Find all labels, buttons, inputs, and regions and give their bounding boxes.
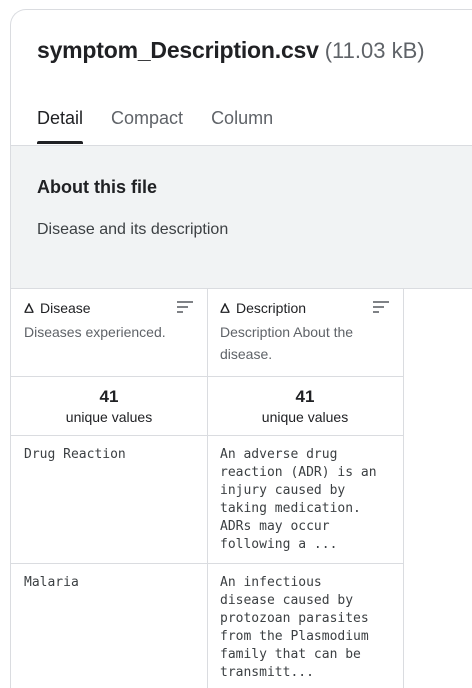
column-header: Description Description About the diseas… — [207, 289, 403, 377]
text-type-icon — [220, 303, 230, 313]
file-card: symptom_Description.csv (11.03 kB) Detail… — [10, 9, 472, 688]
column-title: Disease — [40, 300, 91, 316]
unique-values-stat: 41 unique values — [11, 377, 207, 436]
about-section: About this file Disease and its descript… — [11, 145, 472, 289]
column-header: Disease Diseases experienced. — [11, 289, 207, 377]
column-title: Description — [236, 300, 307, 316]
view-tabs: Detail Compact Column — [37, 108, 301, 144]
table-cell: An adverse drug reaction (ADR) is an inj… — [207, 436, 403, 564]
unique-label: unique values — [261, 409, 349, 425]
text-type-icon — [24, 303, 34, 313]
column-description: Diseases experienced. — [24, 324, 166, 340]
table-cell: Drug Reaction — [11, 436, 207, 564]
tab-detail[interactable]: Detail — [37, 108, 84, 144]
unique-count: 41 — [99, 387, 119, 406]
unique-label: unique values — [65, 409, 153, 425]
column-disease: Disease Diseases experienced. 41 unique … — [11, 289, 208, 688]
about-description: Disease and its description — [37, 221, 229, 238]
tab-column[interactable]: Column — [211, 108, 273, 144]
sort-icon[interactable] — [373, 301, 389, 313]
column-description: Description About the disease. — [220, 324, 354, 362]
sort-icon[interactable] — [177, 301, 193, 313]
table-cell: Malaria — [11, 564, 207, 688]
unique-values-stat: 41 unique values — [207, 377, 403, 436]
column-description-col: Description Description About the diseas… — [207, 289, 404, 688]
unique-count: 41 — [295, 387, 315, 406]
file-size: (11.03 kB) — [324, 38, 425, 63]
file-header: symptom_Description.csv (11.03 kB) — [37, 37, 425, 64]
table-cell: An infectious disease caused by protozoa… — [207, 564, 403, 688]
tab-compact[interactable]: Compact — [111, 108, 183, 144]
file-name: symptom_Description.csv — [37, 37, 319, 63]
about-title: About this file — [37, 177, 157, 197]
